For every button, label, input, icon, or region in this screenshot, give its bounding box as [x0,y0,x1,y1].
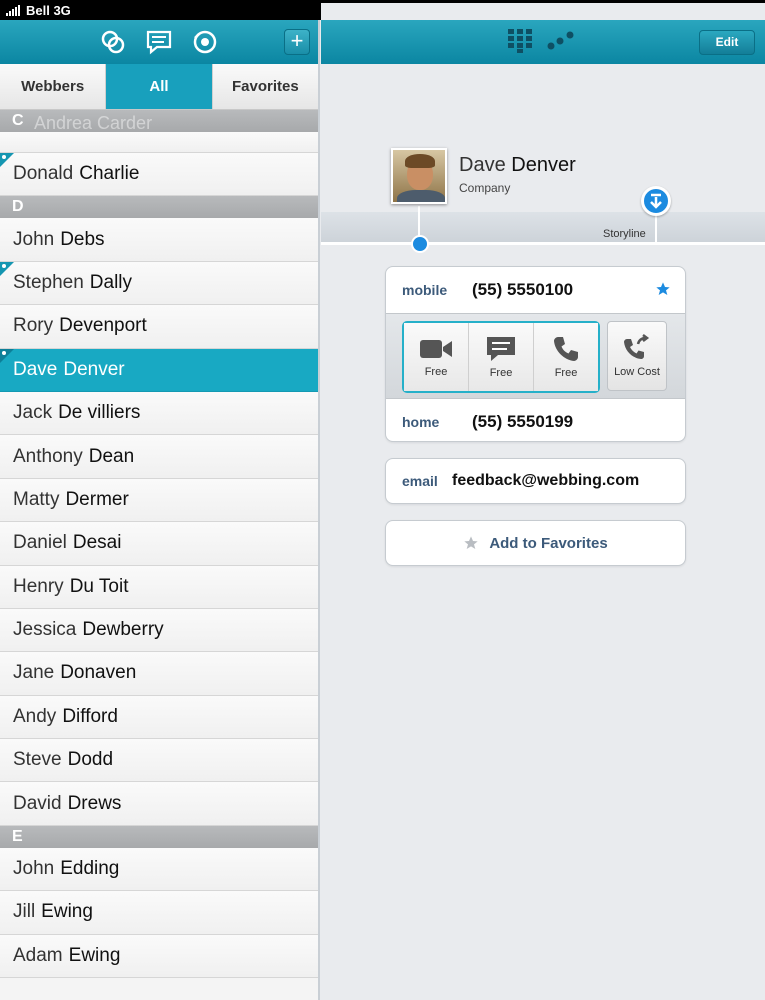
contact-row[interactable]: David Drews [0,782,318,826]
contact-row[interactable]: Jill Ewing [0,891,318,935]
contact-row[interactable]: John Debs [0,218,318,262]
section-letter: C [12,112,24,129]
message-icon [487,337,515,361]
add-contact-button[interactable]: + [284,29,310,55]
forward-call-icon [624,334,650,359]
contact-row[interactable]: Andy Difford [0,695,318,740]
tab-all[interactable]: All [105,64,212,109]
section-header-e: E [0,825,318,848]
contacts-filter-tabs: Webbers All Favorites [0,64,318,110]
home-number: (55) 5550199 [472,412,574,431]
section-header-d: D [0,196,318,219]
contact-row[interactable]: Rory Devenport [0,305,318,349]
tab-favorites[interactable]: Favorites [211,64,318,109]
contact-row-selected[interactable]: Dave Denver [0,348,318,392]
right-toolbar: Edit [321,20,765,64]
phone-card: mobile (55) 5550100 Free Free Free Low C… [385,266,686,442]
storyline-pin-icon[interactable] [641,186,671,216]
low-cost-call-button[interactable]: Low Cost [607,321,667,391]
contact-company: Company [459,181,511,195]
mobile-label: mobile [402,282,448,298]
webber-badge-icon [0,153,14,167]
contact-row[interactable]: Jack De villiers [0,391,318,436]
voice-call-button[interactable]: Free [534,323,598,391]
contact-row[interactable]: Adam Ewing [0,934,318,979]
home-row[interactable]: home (55) 5550199 [386,399,685,445]
phone-icon [554,337,578,361]
avatar-stem [418,206,420,236]
scrolled-contact-ghost: Andrea Carder [34,113,153,133]
add-to-favorites-label: Add to Favorites [489,534,608,552]
contact-row[interactable]: John Edding [0,847,318,892]
messages-icon[interactable] [144,27,174,57]
call-actions: Free Free Free Low Cost [386,313,685,399]
video-call-button[interactable]: Free [404,323,469,391]
email-value: feedback@webbing.com [452,472,640,489]
webber-badge-icon [0,261,14,276]
message-button[interactable]: Free [469,323,534,391]
left-toolbar: + [0,20,318,64]
contact-row[interactable]: Matty Dermer [0,478,318,523]
mobile-row[interactable]: mobile (55) 5550100 [386,267,685,313]
contact-header: Dave Denver Company [391,148,576,204]
recents-icon[interactable] [190,27,220,57]
storyline-dots-icon[interactable] [547,30,575,52]
contact-row[interactable]: Donald Charlie [0,153,318,197]
tab-webbers[interactable]: Webbers [0,64,106,109]
storyline-track[interactable] [321,212,765,242]
contact-name: Dave Denver [459,154,576,176]
webber-badge-icon [0,348,14,363]
home-label: home [402,414,440,430]
video-icon [420,340,452,358]
star-icon [464,536,478,549]
status-bar: Bell 3G 4:20 PM [0,0,765,983]
section-letter: E [12,827,23,845]
storyline-line [321,242,765,245]
contact-name-block: Dave Denver Company [459,154,576,195]
dialpad-icon[interactable] [507,28,533,54]
favorite-star-icon[interactable] [655,281,671,297]
mobile-number: (55) 5550100 [472,280,574,299]
contact-list[interactable]: C Andrea Carder Donald Charlie D John Debs… [0,110,318,979]
contact-row[interactable]: Jessica Dewberry [0,608,318,653]
contact-row[interactable]: Steve Dodd [0,739,318,783]
contact-row[interactable]: Stephen Dally [0,261,318,306]
contact-row[interactable]: Anthony Dean [0,435,318,479]
storyline-label: Storyline [603,228,646,240]
contact-row[interactable]: Henry Du Toit [0,565,318,609]
contact-row[interactable]: Jane Donaven [0,652,318,696]
contacts-panel: + Webbers All Favorites C Andrea Carder … [0,20,320,1000]
email-card[interactable]: email feedback@webbing.com [385,458,686,504]
scrolled-row-spacer [0,132,318,153]
section-header-c: C Andrea Carder [0,110,318,133]
edit-button[interactable]: Edit [699,30,755,55]
webbers-icon[interactable] [98,27,128,57]
add-to-favorites-button[interactable]: Add to Favorites [385,520,686,566]
avatar [391,148,447,204]
storyline-current-marker[interactable] [411,235,429,253]
contact-row[interactable]: Daniel Desai [0,522,318,566]
section-letter: D [12,198,24,216]
contact-detail-panel: Edit Storyline Dave Denver Company mobil… [321,20,765,1000]
free-actions-group: Free Free Free [402,321,600,393]
email-label: email [402,473,438,489]
storyline-pin-stem [655,216,657,242]
